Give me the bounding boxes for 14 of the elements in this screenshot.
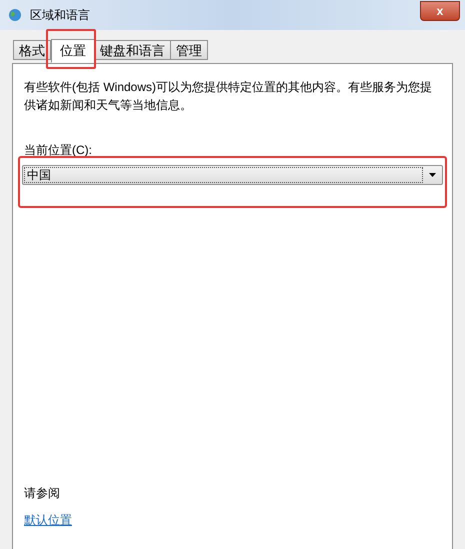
tab[interactable]: 管理 [170, 40, 208, 60]
tab[interactable]: 键盘和语言 [94, 40, 171, 60]
see-also-heading: 请参阅 [24, 485, 61, 502]
tab[interactable]: 格式 [13, 40, 51, 60]
caret-icon [429, 173, 436, 177]
window-title: 区域和语言 [30, 7, 90, 24]
field-label: 当前位置(C): [24, 142, 93, 159]
default-location-link[interactable]: 默认位置 [24, 511, 72, 529]
globe-icon [8, 8, 22, 22]
dropdown-value: 中国 [24, 167, 423, 183]
location-dropdown[interactable]: 中国 [22, 165, 443, 185]
tab[interactable]: 位置 [51, 38, 95, 63]
close-button[interactable]: x [420, 1, 460, 21]
description-text: 有些软件(包括 Windows)可以为您提供特定位置的其他内容。有些服务为您提供诸如新闻和天气等当地信息。 [24, 79, 434, 114]
